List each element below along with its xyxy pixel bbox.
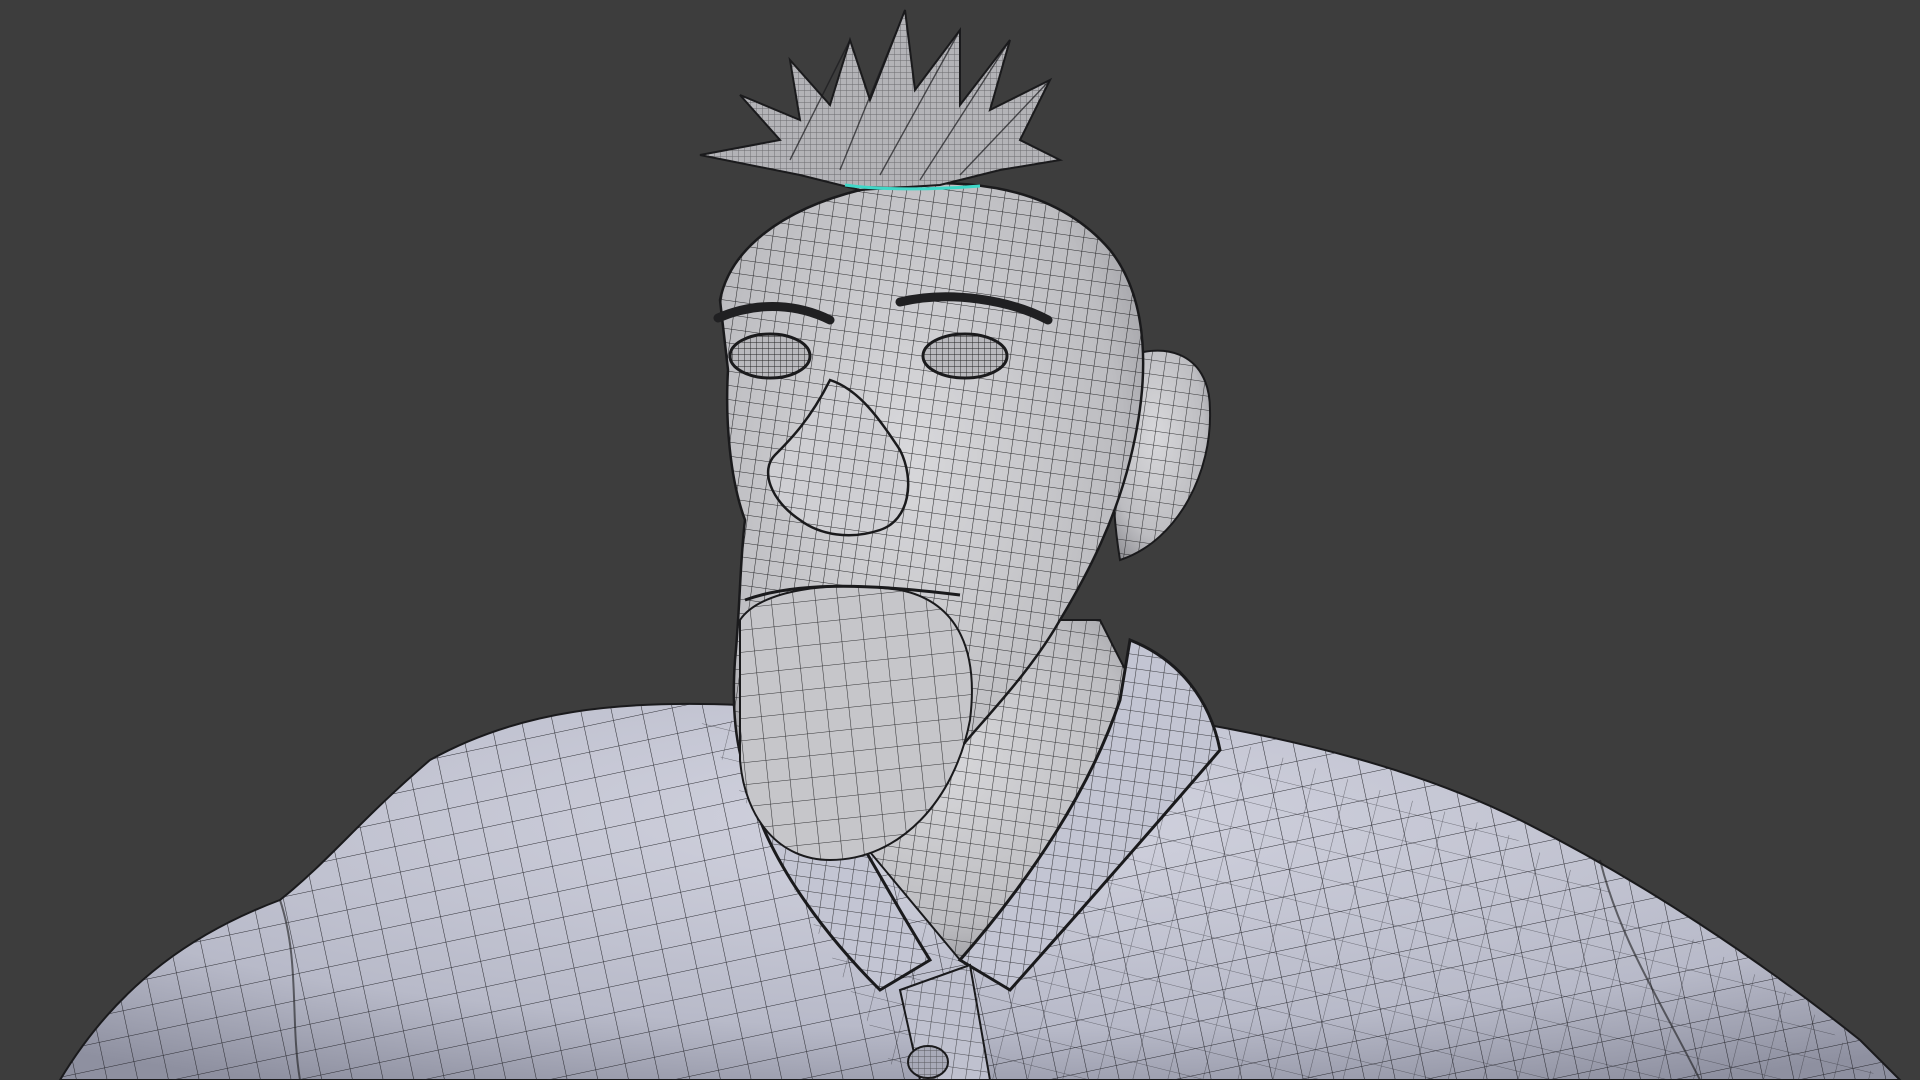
- character-model[interactable]: [0, 0, 1920, 1080]
- eye-left[interactable]: [728, 332, 812, 380]
- eye-right[interactable]: [921, 332, 1009, 380]
- 3d-viewport[interactable]: [0, 0, 1920, 1080]
- hair-spikes[interactable]: [699, 9, 1064, 192]
- shirt-button[interactable]: [907, 1045, 949, 1079]
